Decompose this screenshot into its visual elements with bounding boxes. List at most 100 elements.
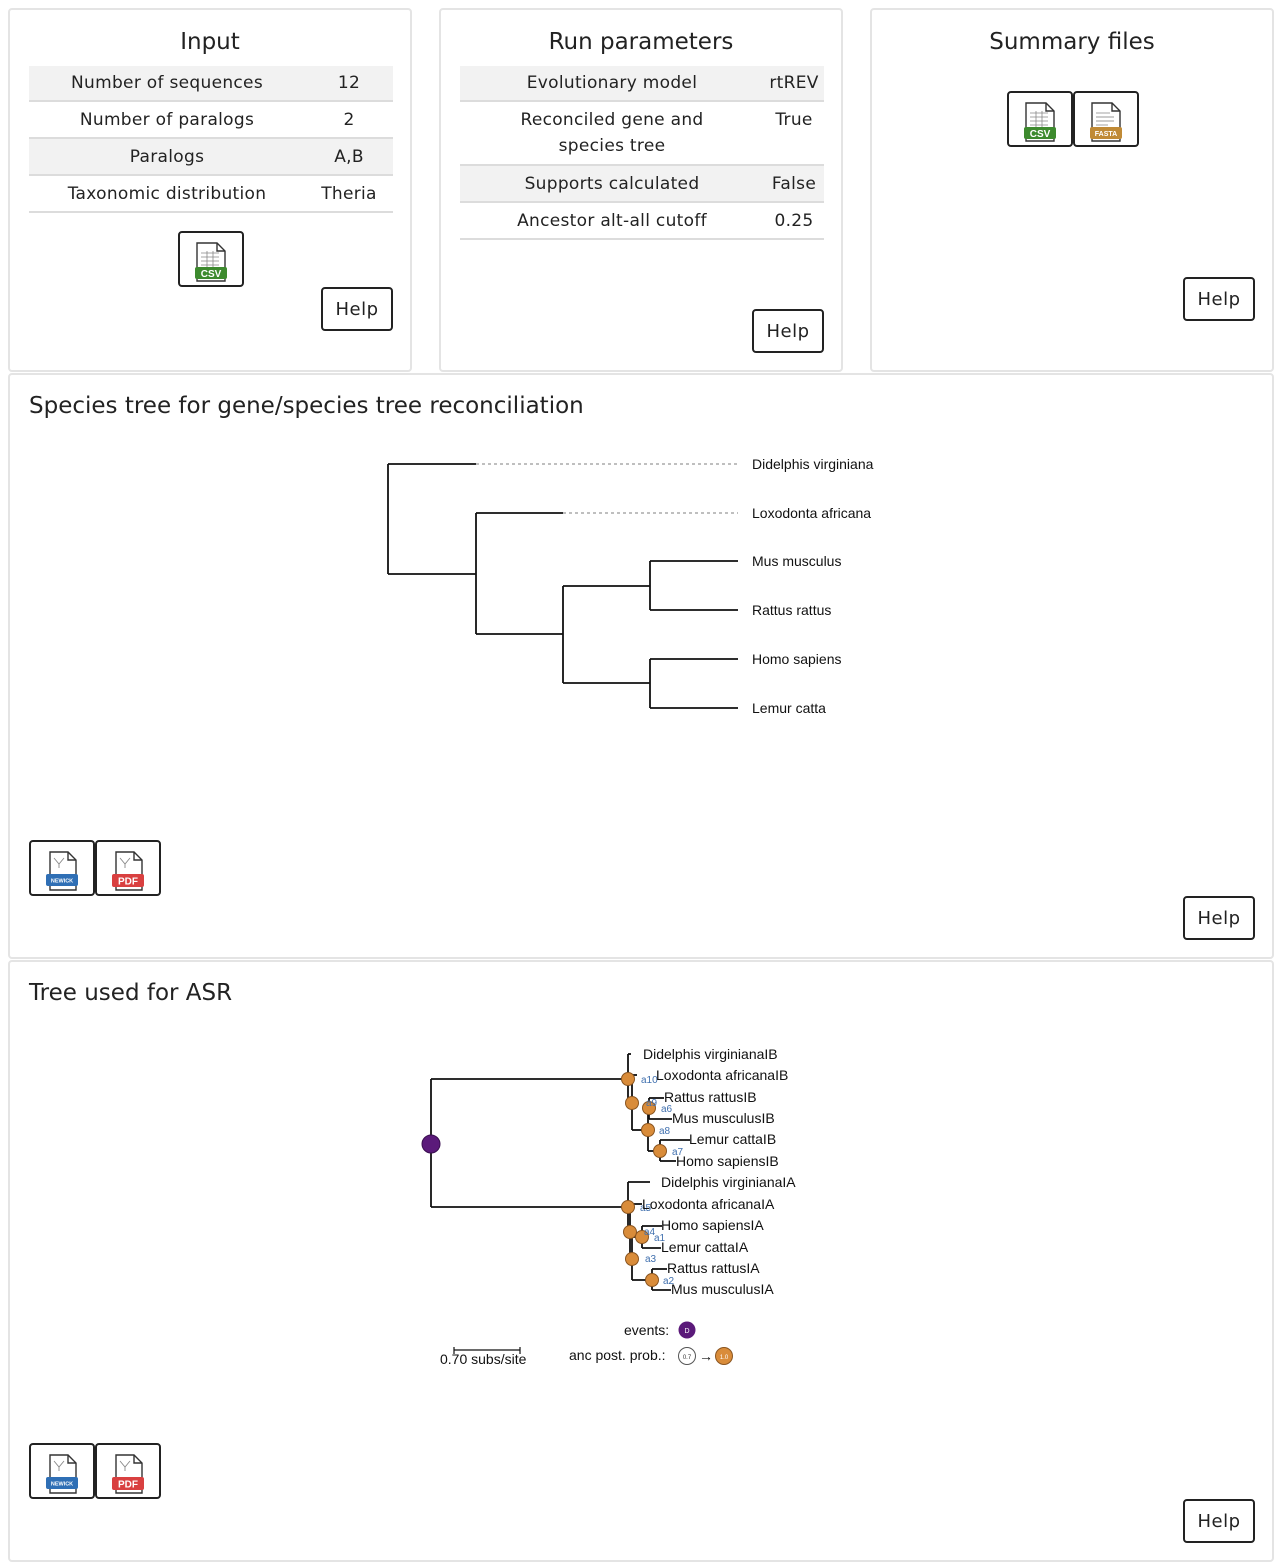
input-label: Number of paralogs — [79, 109, 255, 130]
summary-files-title: Summary files — [989, 29, 1155, 55]
run-parameters-table: Evolutionary model rtREV Reconciled gene… — [460, 66, 824, 240]
table-row: Taxonomic distribution Theria — [29, 175, 393, 212]
run-parameters-title: Run parameters — [548, 29, 734, 55]
asr-leaf-label: Lemur cattaIB — [689, 1131, 776, 1147]
svg-text:PDF: PDF — [118, 876, 138, 887]
species-leaf-label: Lemur catta — [752, 700, 826, 716]
asr-pdf-download-button[interactable]: PDF — [95, 1443, 161, 1499]
input-value: 12 — [337, 73, 361, 93]
table-row: Number of sequences 12 — [29, 66, 393, 101]
asr-leaf-label: Homo sapiensIB — [676, 1153, 779, 1169]
input-value: 2 — [343, 109, 355, 130]
summary-csv-download-button[interactable]: CSV — [1007, 91, 1073, 147]
table-row: Ancestor alt-all cutoff 0.25 — [460, 202, 824, 239]
table-row: Number of paralogs 2 — [29, 101, 393, 138]
ancestor-label: a3 — [645, 1254, 657, 1265]
pdf-file-icon: PDF — [112, 850, 144, 891]
input-csv-download-button[interactable]: CSV — [178, 231, 244, 287]
asr-leaf-label: Rattus rattusIB — [664, 1089, 757, 1105]
svg-text:PDF: PDF — [118, 1479, 138, 1490]
ancestor-node — [621, 1200, 635, 1214]
species-tree-diagram: Didelphis virginiana Loxodonta africana … — [387, 456, 874, 716]
species-pdf-download-button[interactable]: PDF — [95, 840, 161, 896]
ancestor-node — [645, 1273, 659, 1287]
events-legend-marker-text: D — [684, 1328, 689, 1335]
ancestor-label: a6 — [661, 1104, 673, 1115]
input-title: Input — [180, 29, 240, 55]
param-value: 0.25 — [774, 210, 814, 231]
input-card: Input Number of sequences 12 Number of p… — [8, 8, 412, 372]
param-value: rtREV — [769, 73, 819, 93]
species-leaf-label: Homo sapiens — [752, 651, 842, 667]
species-leaf-label: Loxodonta africana — [752, 505, 871, 521]
asr-leaf-label: Loxodonta africanaIA — [642, 1196, 775, 1212]
scale-bar-label: 0.70 subs/site — [440, 1351, 527, 1367]
asr-leaf-label: Lemur cattaIA — [661, 1239, 749, 1255]
asr-leaf-label: Loxodonta africanaIB — [656, 1067, 788, 1083]
ancestor-node — [653, 1144, 667, 1158]
species-tree-card: Species tree for gene/species tree recon… — [8, 373, 1274, 959]
summary-files-card: Summary files CSV FASTA Help — [870, 8, 1274, 372]
svg-text:NEWICK: NEWICK — [51, 878, 73, 884]
input-value: A,B — [334, 146, 364, 167]
csv-file-icon: CSV — [195, 241, 227, 282]
input-label: Number of sequences — [71, 73, 263, 93]
run-parameters-help-button[interactable]: Help — [752, 309, 824, 353]
asr-leaf-label: Rattus rattusIA — [667, 1260, 760, 1276]
svg-text:CSV: CSV — [1030, 129, 1051, 140]
duplication-event-marker — [421, 1134, 441, 1154]
ancestor-label: a8 — [659, 1126, 671, 1137]
asr-leaf-label: Mus musculusIA — [671, 1281, 774, 1297]
asr-leaf-label: Homo sapiensIA — [661, 1217, 764, 1233]
asr-leaf-label: Didelphis virginianaIB — [643, 1046, 778, 1062]
ancestor-node — [641, 1123, 655, 1137]
anc-prob-legend-label: anc post. prob.: — [569, 1347, 666, 1363]
asr-newick-download-button[interactable]: NEWICK — [29, 1443, 95, 1499]
run-parameters-card: Run parameters Evolutionary model rtREV … — [439, 8, 843, 372]
input-label: Taxonomic distribution — [67, 183, 267, 204]
param-value: False — [771, 173, 817, 194]
table-row: Paralogs A,B — [29, 138, 393, 175]
table-row: Evolutionary model rtREV — [460, 66, 824, 101]
asr-tree-diagram: a10 a9 a6 a8 a7 a5 a4 a1 a3 a2 Didelphis… — [421, 1046, 796, 1367]
asr-tree-help-button[interactable]: Help — [1183, 1499, 1255, 1543]
newick-file-icon: NEWICK — [46, 850, 78, 891]
input-help-button[interactable]: Help — [321, 287, 393, 331]
asr-leaf-label: Didelphis virginianaIA — [661, 1174, 796, 1190]
asr-leaf-label: Mus musculusIB — [672, 1110, 775, 1126]
table-row: Supports calculated False — [460, 165, 824, 202]
newick-file-icon: NEWICK — [46, 1453, 78, 1494]
ancestor-label: a9 — [646, 1098, 658, 1109]
species-leaf-label: Mus musculus — [752, 553, 841, 569]
fasta-file-icon: FASTA — [1090, 101, 1122, 142]
param-value: True — [775, 110, 813, 130]
input-value: Theria — [321, 183, 377, 204]
events-legend-label: events: — [624, 1322, 669, 1338]
summary-fasta-download-button[interactable]: FASTA — [1073, 91, 1139, 147]
param-label: Supports calculated — [524, 173, 700, 194]
input-label: Paralogs — [129, 146, 205, 167]
pdf-file-icon: PDF — [112, 1453, 144, 1494]
ancestor-node — [625, 1252, 639, 1266]
param-label: Evolutionary model — [526, 73, 698, 93]
input-table: Number of sequences 12 Number of paralog… — [29, 66, 393, 213]
param-label: Ancestor alt-all cutoff — [517, 210, 707, 231]
csv-file-icon: CSV — [1024, 101, 1056, 142]
anc-prob-high-text: 1.0 — [720, 1355, 729, 1361]
anc-prob-low-text: 0.7 — [683, 1355, 692, 1361]
svg-text:FASTA: FASTA — [1095, 131, 1117, 138]
species-tree-help-button[interactable]: Help — [1183, 896, 1255, 940]
ancestor-node — [621, 1072, 635, 1086]
ancestor-node — [623, 1225, 637, 1239]
svg-text:NEWICK: NEWICK — [51, 1481, 73, 1487]
param-label: Reconciled gene and species tree — [520, 110, 704, 156]
ancestor-node — [625, 1096, 639, 1110]
anc-prob-arrow: → — [699, 1348, 713, 1364]
summary-files-help-button[interactable]: Help — [1183, 277, 1255, 321]
svg-text:CSV: CSV — [201, 269, 222, 280]
species-leaf-label: Rattus rattus — [752, 602, 831, 618]
species-newick-download-button[interactable]: NEWICK — [29, 840, 95, 896]
table-row: Reconciled gene and species tree True — [460, 101, 824, 165]
asr-tree-card: Tree used for ASR a10 a9 a6 a8 a7 a5 a4 … — [8, 960, 1274, 1562]
species-leaf-label: Didelphis virginiana — [752, 456, 874, 472]
